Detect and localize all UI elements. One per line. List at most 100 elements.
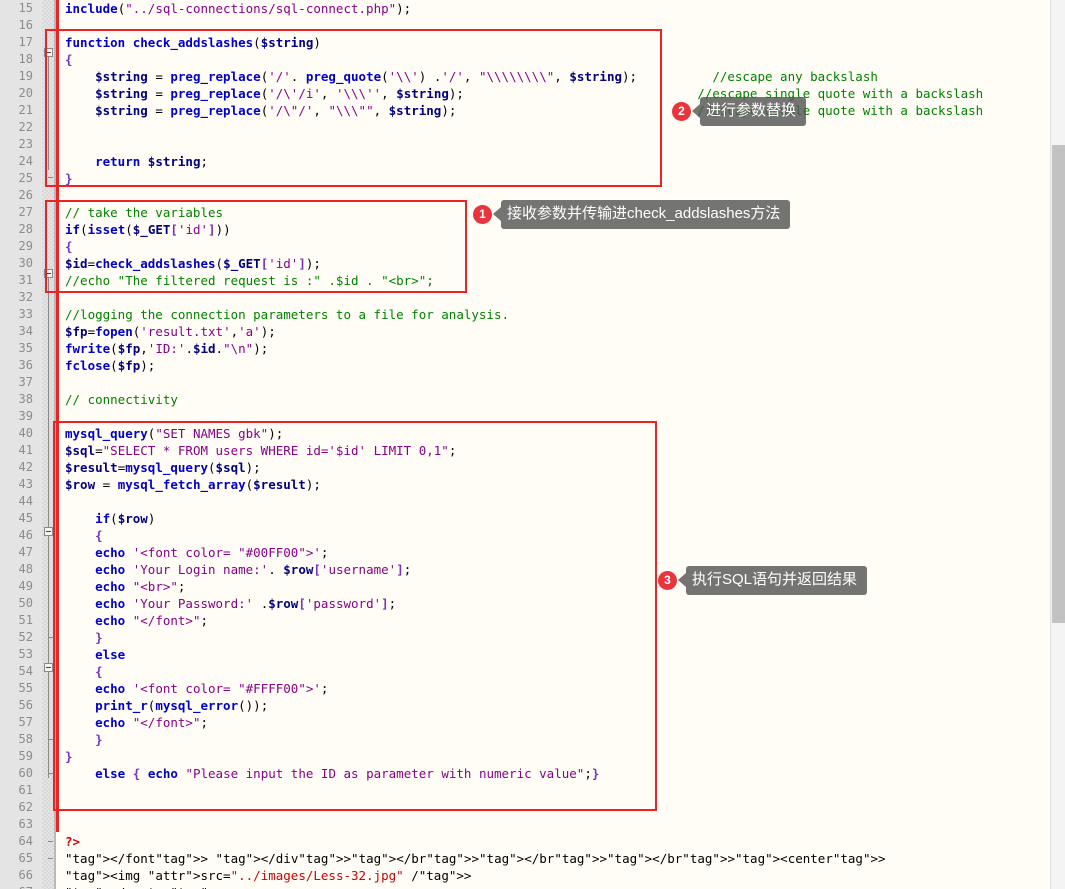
fold-guide-line-46	[48, 536, 49, 634]
code-line[interactable]: // take the variables	[59, 204, 223, 221]
code-line[interactable]: echo '<font color= "#FFFF00">';	[59, 680, 328, 697]
code-line[interactable]: if(isset($_GET['id']))	[59, 221, 231, 238]
code-text-area[interactable]: include("../sql-connections/sql-connect.…	[59, 0, 1050, 889]
code-line[interactable]: echo "</font>";	[59, 714, 208, 731]
line-number: 46	[18, 528, 33, 542]
code-line[interactable]	[59, 187, 65, 204]
code-line[interactable]	[59, 816, 65, 833]
code-line[interactable]: echo "<br>";	[59, 578, 185, 595]
code-line[interactable]: }	[59, 629, 103, 646]
code-line[interactable]: mysql_query("SET NAMES gbk");	[59, 425, 283, 442]
line-number: 66	[18, 868, 33, 882]
code-line[interactable]: $fp=fopen('result.txt','a');	[59, 323, 276, 340]
annotation-3: 3 执行SQL语句并返回结果	[658, 565, 868, 595]
vertical-scrollbar-thumb[interactable]	[1052, 145, 1065, 623]
line-number: 55	[18, 681, 33, 695]
code-line[interactable]	[59, 799, 65, 816]
line-number: 58	[18, 732, 33, 746]
annotation-3-arrow	[678, 573, 686, 587]
line-number: 57	[18, 715, 33, 729]
line-number: 26	[18, 188, 33, 202]
code-line[interactable]: //logging the connection parameters to a…	[59, 306, 509, 323]
line-number: 21	[18, 103, 33, 117]
code-line[interactable]: {	[59, 51, 73, 68]
line-number: 56	[18, 698, 33, 712]
line-number: 50	[18, 596, 33, 610]
annotation-1: 1 接收参数并传输进check_addslashes方法	[473, 199, 791, 229]
code-line[interactable]: $sql="SELECT * FROM users WHERE id='$id'…	[59, 442, 456, 459]
code-line[interactable]: "tag"></center"tag">>	[59, 884, 223, 889]
code-line[interactable]: echo '<font color= "#00FF00">';	[59, 544, 328, 561]
line-number: 64	[18, 834, 33, 848]
code-line[interactable]: echo "</font>";	[59, 612, 208, 629]
code-line[interactable]: "tag"></font"tag">> "tag"></div"tag">>"t…	[59, 850, 886, 867]
code-line[interactable]: {	[59, 238, 73, 255]
line-number: 65	[18, 851, 33, 865]
code-line[interactable]	[59, 289, 65, 306]
code-line[interactable]: if($row)	[59, 510, 155, 527]
line-number: 29	[18, 239, 33, 253]
line-number: 27	[18, 205, 33, 219]
code-line[interactable]: $string = preg_replace('/\'/i', '\\\'', …	[59, 85, 983, 102]
code-line[interactable]: ?>	[59, 833, 80, 850]
line-number: 44	[18, 494, 33, 508]
code-line[interactable]: fclose($fp);	[59, 357, 155, 374]
line-number: 19	[18, 69, 33, 83]
code-line[interactable]	[59, 782, 65, 799]
line-number: 53	[18, 647, 33, 661]
code-line[interactable]	[59, 119, 65, 136]
code-line[interactable]: $string = preg_replace('/\"/', "\\\"", $…	[59, 102, 983, 119]
fold-marker-line-29[interactable]	[44, 269, 53, 278]
code-line[interactable]: $id=check_addslashes($_GET['id']);	[59, 255, 321, 272]
line-number: 60	[18, 766, 33, 780]
code-line[interactable]: {	[59, 527, 103, 544]
vertical-scrollbar[interactable]	[1050, 0, 1065, 889]
code-line[interactable]: echo 'Your Password:' .$row['password'];	[59, 595, 396, 612]
line-number: 43	[18, 477, 33, 491]
fold-marker-line-54[interactable]	[44, 663, 53, 672]
fold-marker-line-46[interactable]	[44, 527, 53, 536]
code-line[interactable]: echo 'Your Login name:'. $row['username'…	[59, 561, 411, 578]
code-line[interactable]: //echo "The filtered request is :" .$id …	[59, 272, 434, 289]
code-line[interactable]: // connectivity	[59, 391, 178, 408]
code-line[interactable]: else	[59, 646, 125, 663]
annotation-3-label: 执行SQL语句并返回结果	[686, 565, 868, 595]
fold-marker-line-18[interactable]	[44, 48, 53, 57]
line-number: 33	[18, 307, 33, 321]
line-number: 18	[18, 52, 33, 66]
code-line[interactable]: "tag"><img "attr">src="../images/Less-32…	[59, 867, 471, 884]
line-number: 17	[18, 35, 33, 49]
editor-surface: include("../sql-connections/sql-connect.…	[0, 0, 1050, 889]
line-number: 40	[18, 426, 33, 440]
code-line[interactable]	[59, 17, 65, 34]
code-line[interactable]: }	[59, 748, 73, 765]
line-number: 34	[18, 324, 33, 338]
code-line[interactable]	[59, 136, 65, 153]
code-line[interactable]: fwrite($fp,'ID:'.$id."\n");	[59, 340, 268, 357]
line-number: 52	[18, 630, 33, 644]
line-number: 39	[18, 409, 33, 423]
line-number: 36	[18, 358, 33, 372]
code-line[interactable]	[59, 408, 65, 425]
code-line[interactable]: }	[59, 731, 103, 748]
code-line[interactable]	[59, 374, 65, 391]
line-number: 42	[18, 460, 33, 474]
code-line[interactable]: else { echo "Please input the ID as para…	[59, 765, 599, 782]
line-number: 54	[18, 664, 33, 678]
code-line[interactable]: return $string;	[59, 153, 208, 170]
code-line[interactable]: print_r(mysql_error());	[59, 697, 268, 714]
fold-end-line-52	[48, 637, 53, 638]
line-number: 41	[18, 443, 33, 457]
code-line[interactable]: $string = preg_replace('/'. preg_quote('…	[59, 68, 878, 85]
code-line[interactable]: function check_addslashes($string)	[59, 34, 321, 51]
annotation-2: 2 进行参数替换	[672, 96, 807, 126]
code-line[interactable]: {	[59, 663, 103, 680]
fold-guide-line-54	[48, 672, 49, 734]
code-line[interactable]: }	[59, 170, 73, 187]
code-line[interactable]	[59, 493, 65, 510]
code-line[interactable]: $result=mysql_query($sql);	[59, 459, 261, 476]
line-number: 25	[18, 171, 33, 185]
code-line[interactable]: $row = mysql_fetch_array($result);	[59, 476, 321, 493]
fold-end-line-59	[48, 773, 53, 774]
code-line[interactable]: include("../sql-connections/sql-connect.…	[59, 0, 411, 17]
